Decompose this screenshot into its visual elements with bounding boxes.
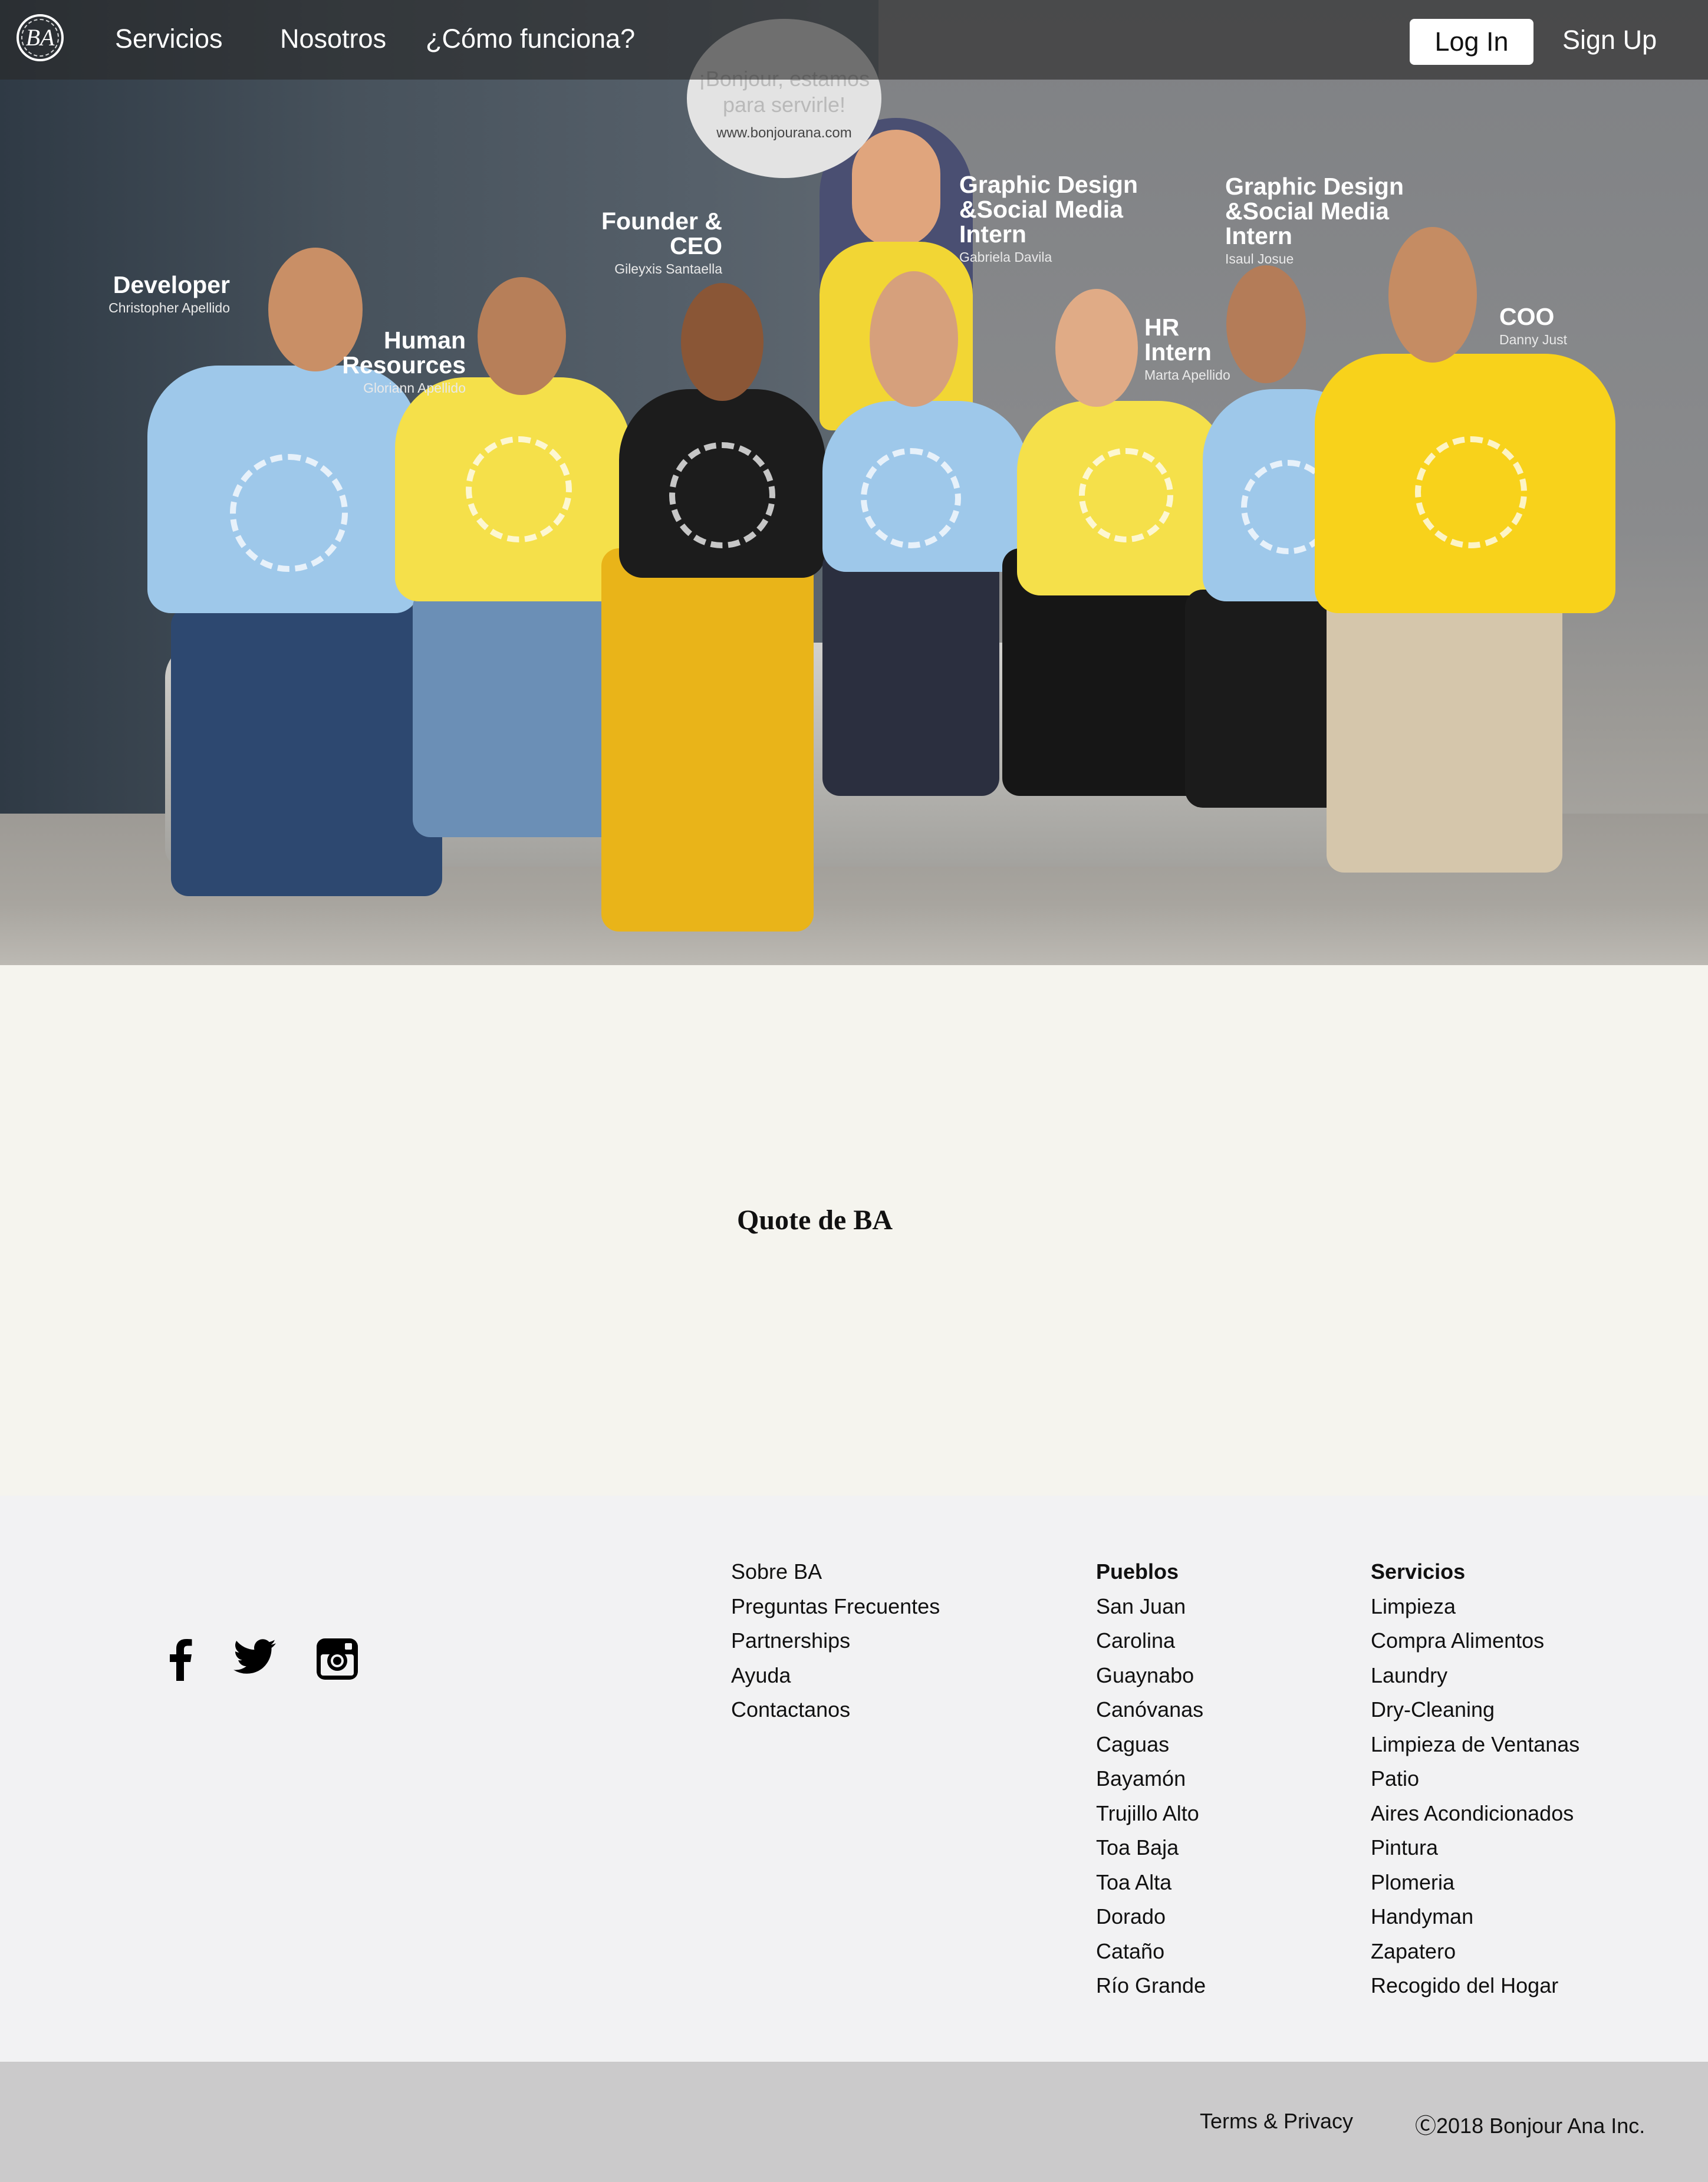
yellow-pants [601,548,814,932]
footer-link-servicio[interactable]: Limpieza [1371,1589,1579,1624]
footer-link-servicio[interactable]: Limpieza de Ventanas [1371,1727,1579,1762]
footer-link-servicio[interactable]: Dry-Cleaning [1371,1693,1579,1727]
bottom-bar: Terms & Privacy Ⓒ2018 Bonjour Ana Inc. [0,2062,1708,2182]
footer-link-contactanos[interactable]: Contactanos [731,1693,940,1727]
footer: Sobre BA Preguntas Frecuentes Partnershi… [0,1496,1708,2062]
nametag-role: Graphic Design &Social Media Intern [1225,173,1404,249]
footer-link-pueblo[interactable]: Río Grande [1096,1969,1206,2003]
signup-button[interactable]: Sign Up [1562,22,1657,58]
footer-pueblos: Pueblos San Juan Carolina Guaynabo Canóv… [1096,1555,1206,2003]
quote-text: Quote de BA [737,1204,893,1236]
footer-link-preguntas[interactable]: Preguntas Frecuentes [731,1589,940,1624]
head [1055,289,1138,407]
nav-link-servicios[interactable]: Servicios [115,22,223,55]
footer-link-pueblo[interactable]: Caguas [1096,1727,1206,1762]
footer-link-servicio[interactable]: Plomeria [1371,1865,1579,1900]
instagram-icon[interactable] [317,1638,358,1680]
footer-link-pueblo[interactable]: Bayamón [1096,1762,1206,1796]
patterned-skirt [822,548,999,796]
jeans [171,607,442,896]
shirt-logo [230,454,348,572]
nametag-developer: Developer Christopher Apellido [53,272,230,316]
shirt-logo [1415,436,1527,548]
footer-link-sobre-ba[interactable]: Sobre BA [731,1555,940,1589]
nametag-graphic-design-intern-1: Graphic Design &Social Media Intern Gabr… [959,172,1154,265]
twitter-icon[interactable] [233,1638,276,1675]
footer-link-servicio[interactable]: Patio [1371,1762,1579,1796]
footer-link-servicio[interactable]: Zapatero [1371,1934,1579,1969]
nametag-human-resources: Human Resources Gloriann Apellido [330,328,466,396]
shirt-logo [466,436,572,542]
nametag-coo: COO Danny Just [1499,304,1617,348]
copyright-text: Ⓒ2018 Bonjour Ana Inc. [1415,2114,1646,2138]
nametag-role: HR Intern [1144,314,1212,366]
head [870,271,958,407]
footer-link-servicio[interactable]: Recogido del Hogar [1371,1969,1579,2003]
quote-section: Quote de BA [0,965,1708,1496]
nav-link-nosotros[interactable]: Nosotros [280,22,386,55]
nametag-name: Danny Just [1499,332,1568,347]
shirt-logo [1079,448,1173,542]
nametag-name: Gileyxis Santaella [614,261,722,277]
footer-link-servicio[interactable]: Aires Acondicionados [1371,1796,1579,1831]
shirt-logo [861,448,961,548]
head [478,277,566,395]
footer-link-ayuda[interactable]: Ayuda [731,1658,940,1693]
login-button[interactable]: Log In [1410,19,1533,65]
top-nav: BA Servicios Nosotros ¿Cómo funciona? Lo… [0,0,1708,80]
footer-link-servicio[interactable]: Compra Alimentos [1371,1624,1579,1658]
nametag-graphic-design-intern-2: Graphic Design &Social Media Intern Isau… [1225,174,1420,267]
nametag-name: Gabriela Davila [959,249,1052,265]
footer-link-pueblo[interactable]: San Juan [1096,1589,1206,1624]
nametag-role: Human Resources [342,327,466,379]
nametag-role: Graphic Design &Social Media Intern [959,171,1138,248]
nametag-name: Christopher Apellido [108,300,230,315]
footer-link-servicio[interactable]: Laundry [1371,1658,1579,1693]
footer-link-pueblo[interactable]: Dorado [1096,1900,1206,1934]
footer-link-pueblo[interactable]: Trujillo Alto [1096,1796,1206,1831]
speech-bubble-url: www.bonjourana.com [716,125,852,141]
hero-team-photo: ¡Bonjour, estamos para servirle! www.bon… [0,0,1708,965]
nametag-role: COO [1499,303,1555,330]
shirt-logo [669,442,775,548]
footer-link-servicio[interactable]: Pintura [1371,1831,1579,1865]
footer-link-partnerships[interactable]: Partnerships [731,1624,940,1658]
nametag-founder-ceo: Founder & CEO Gileyxis Santaella [584,209,722,277]
footer-link-pueblo[interactable]: Carolina [1096,1624,1206,1658]
nametag-name: Marta Apellido [1144,367,1230,383]
brand-logo[interactable]: BA [17,14,64,61]
nametag-hr-intern: HR Intern Marta Apellido [1144,315,1239,383]
footer-servicios: Servicios Limpieza Compra Alimentos Laun… [1371,1555,1579,2003]
head [681,283,764,401]
nametag-role: Developer [113,271,230,298]
nametag-name: Gloriann Apellido [363,380,466,396]
footer-servicios-heading: Servicios [1371,1559,1466,1584]
nametag-name: Isaul Josue [1225,251,1294,266]
footer-link-pueblo[interactable]: Canóvanas [1096,1693,1206,1727]
footer-pueblos-heading: Pueblos [1096,1559,1179,1584]
footer-link-pueblo[interactable]: Cataño [1096,1934,1206,1969]
terms-privacy-link[interactable]: Terms & Privacy [1200,2109,1353,2134]
khaki-pants [1327,590,1562,873]
footer-about-links: Sobre BA Preguntas Frecuentes Partnershi… [731,1555,940,1727]
footer-link-servicio[interactable]: Handyman [1371,1900,1579,1934]
nav-link-como-funciona[interactable]: ¿Cómo funciona? [426,22,635,55]
facebook-icon[interactable] [166,1638,195,1681]
footer-link-pueblo[interactable]: Toa Baja [1096,1831,1206,1865]
cutout-face [852,130,940,248]
footer-link-pueblo[interactable]: Guaynabo [1096,1658,1206,1693]
footer-link-pueblo[interactable]: Toa Alta [1096,1865,1206,1900]
nametag-role: Founder & CEO [601,208,722,259]
